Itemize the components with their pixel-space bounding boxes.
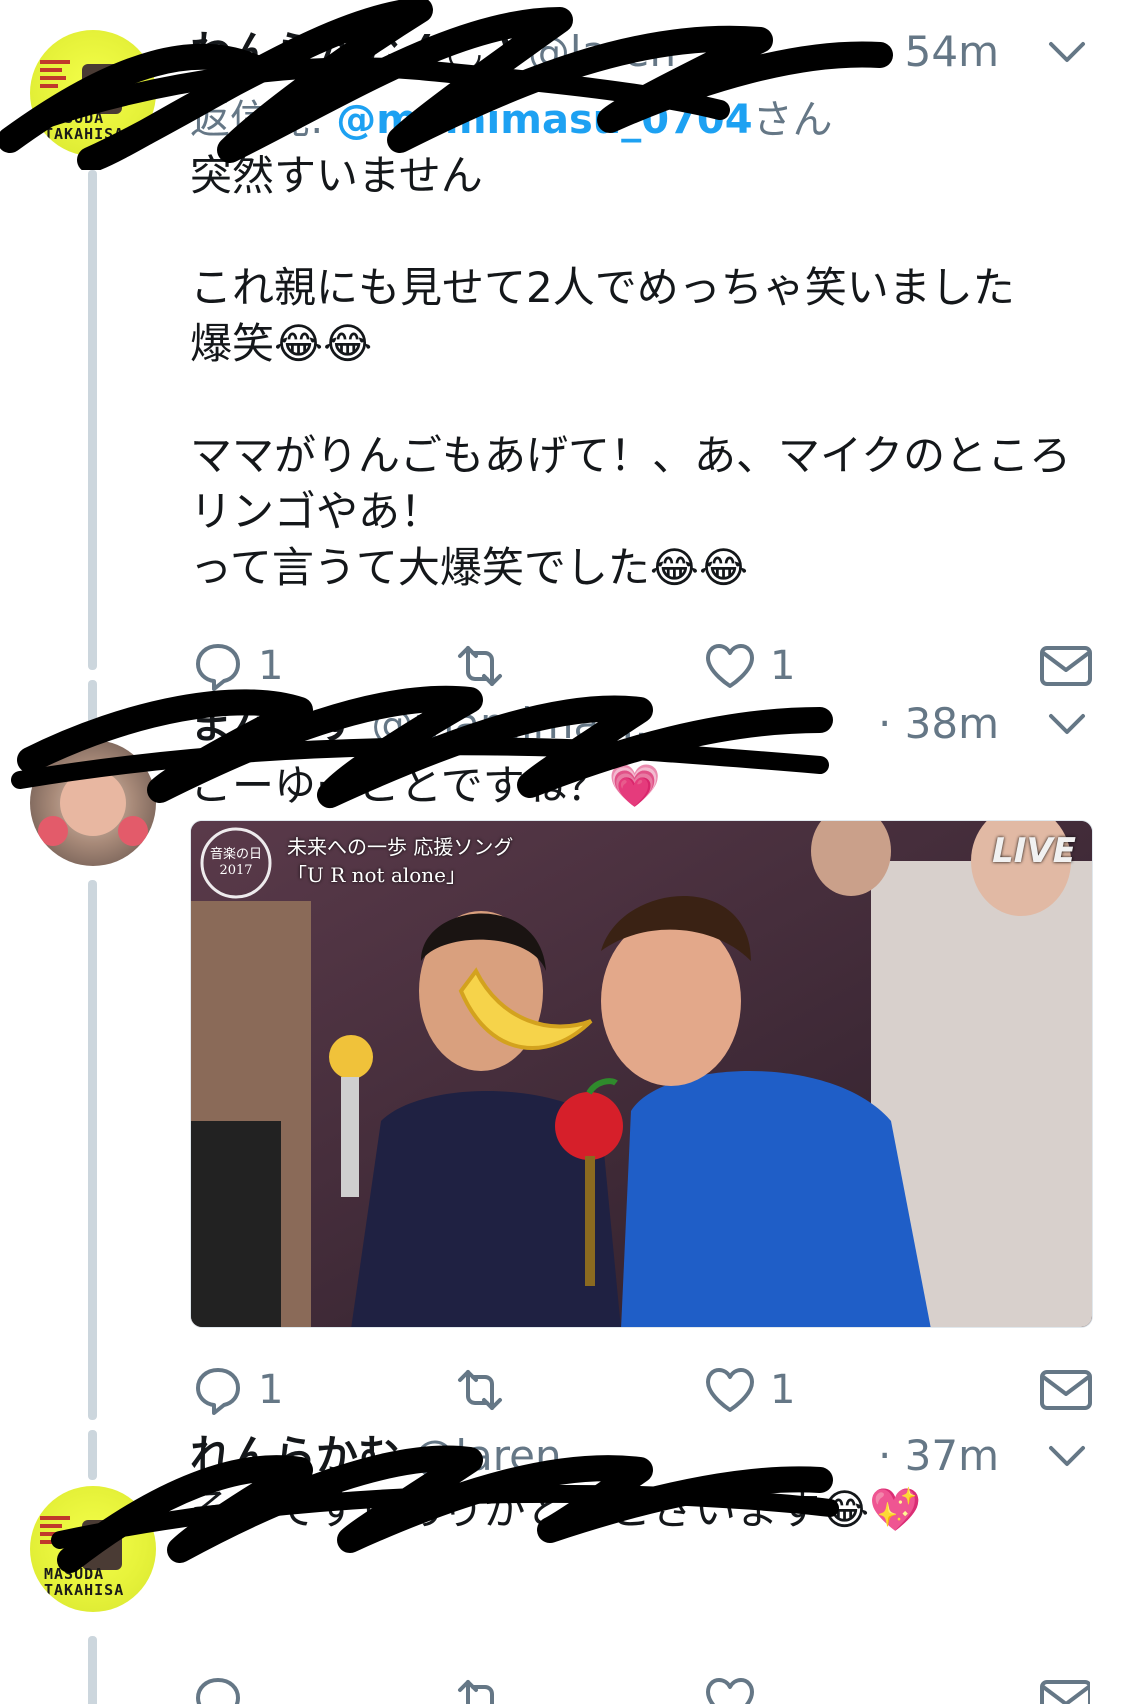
chevron-down-icon[interactable] bbox=[1039, 1432, 1095, 1480]
display-name[interactable]: まなます bbox=[190, 699, 358, 748]
tweet-header: れんらかむ @laren... · 37m bbox=[190, 1426, 1095, 1486]
like-count: 1 bbox=[770, 1367, 796, 1413]
reply-to-line: 返信先: @mamimasu_0704さん bbox=[190, 92, 833, 148]
user-handle[interactable]: @laren bbox=[528, 27, 676, 76]
retweet-button[interactable] bbox=[452, 1670, 508, 1704]
avatar-text: MASUDA TAKAHISA bbox=[44, 109, 125, 143]
dm-button[interactable] bbox=[1038, 1360, 1094, 1420]
reply-prefix: 返信先: bbox=[190, 97, 337, 143]
tweet-text: こーゆーことですね？💗 bbox=[190, 761, 662, 810]
tweet-1[interactable]: MASUDA TAKAHISA わんらかむ ( ◡̈ ) @laren 54m … bbox=[0, 0, 1125, 691]
tweet-header: まなます @mamimas... · 38m bbox=[190, 694, 1095, 754]
retweet-icon bbox=[458, 1680, 494, 1704]
user-handle[interactable]: @mamimas... bbox=[371, 699, 661, 748]
reply-handle-link[interactable]: @mamimasu_0704 bbox=[336, 97, 752, 143]
avatar-cheek bbox=[38, 816, 68, 846]
reply-button[interactable] bbox=[190, 1670, 246, 1704]
like-button[interactable]: 1 bbox=[702, 1360, 795, 1420]
reply-icon bbox=[196, 1368, 240, 1415]
reply-icon bbox=[196, 1678, 240, 1704]
media-illustration bbox=[191, 821, 1092, 1327]
reply-suffix: さん bbox=[752, 97, 833, 143]
display-name[interactable]: わんらかむ ( ◡̈ ) bbox=[190, 27, 515, 76]
like-button[interactable] bbox=[702, 1670, 758, 1704]
tweet-header: わんらかむ ( ◡̈ ) @laren 54m bbox=[190, 22, 1095, 82]
avatar[interactable]: MASUDA TAKAHISA bbox=[30, 30, 156, 156]
avatar-photo bbox=[82, 64, 122, 114]
timestamp[interactable]: · 38m bbox=[878, 694, 999, 754]
tweet-text: そうです！ありがとうございます😂💖 bbox=[190, 1485, 922, 1534]
reply-button[interactable]: 1 bbox=[190, 1360, 283, 1420]
retweet-button[interactable] bbox=[452, 1360, 508, 1420]
chevron-down-icon[interactable] bbox=[1039, 28, 1095, 76]
tweet-3[interactable]: MASUDA TAKAHISA れんらかむ @laren... · 37m そう… bbox=[0, 1430, 1125, 1704]
avatar-cheek bbox=[118, 816, 148, 846]
like-icon bbox=[706, 1678, 754, 1704]
like-icon bbox=[706, 1368, 754, 1412]
reply-count: 1 bbox=[258, 1367, 284, 1413]
avatar[interactable]: MASUDA TAKAHISA bbox=[30, 1486, 156, 1612]
tweet-text: 突然すいません これ親にも見せて2人でめっちゃ笑いました 爆笑😂😂 ママがりんご… bbox=[190, 151, 1072, 592]
thread-line bbox=[88, 1636, 97, 1704]
action-bar: 1 1 bbox=[190, 1360, 1092, 1420]
timestamp[interactable]: · 37m bbox=[878, 1426, 999, 1486]
avatar-face bbox=[60, 770, 126, 836]
chevron-down-icon[interactable] bbox=[1039, 700, 1095, 748]
tweet-2[interactable]: まなます @mamimas... · 38m こーゆーことですね？💗 音楽の日 … bbox=[0, 680, 1125, 1430]
live-badge: LIVE bbox=[992, 831, 1076, 871]
tweet-media-image[interactable]: 音楽の日 2017 未来への一歩 応援ソング 「U R not alone」 L… bbox=[190, 820, 1093, 1328]
thread-line bbox=[88, 880, 97, 1420]
avatar-text: MASUDA TAKAHISA bbox=[44, 1565, 125, 1599]
user-handle[interactable]: @laren... bbox=[413, 1431, 601, 1480]
retweet-icon bbox=[458, 1370, 502, 1410]
avatar[interactable] bbox=[30, 740, 156, 866]
dm-button[interactable] bbox=[1038, 1670, 1090, 1704]
thread-line bbox=[88, 170, 97, 670]
dm-icon bbox=[1040, 1370, 1092, 1410]
thread-line bbox=[88, 680, 97, 730]
media-overlay-badge: 音楽の日 2017 bbox=[209, 847, 262, 878]
timestamp[interactable]: 54m bbox=[905, 22, 999, 82]
action-bar bbox=[190, 1666, 1090, 1704]
media-overlay-title: 未来への一歩 応援ソング bbox=[287, 835, 514, 859]
media-overlay-subtitle: 「U R not alone」 bbox=[287, 863, 467, 887]
avatar-photo bbox=[82, 1520, 122, 1570]
thread-line bbox=[88, 1430, 97, 1480]
display-name[interactable]: れんらかむ bbox=[190, 1431, 400, 1480]
dm-icon bbox=[1040, 1680, 1090, 1704]
